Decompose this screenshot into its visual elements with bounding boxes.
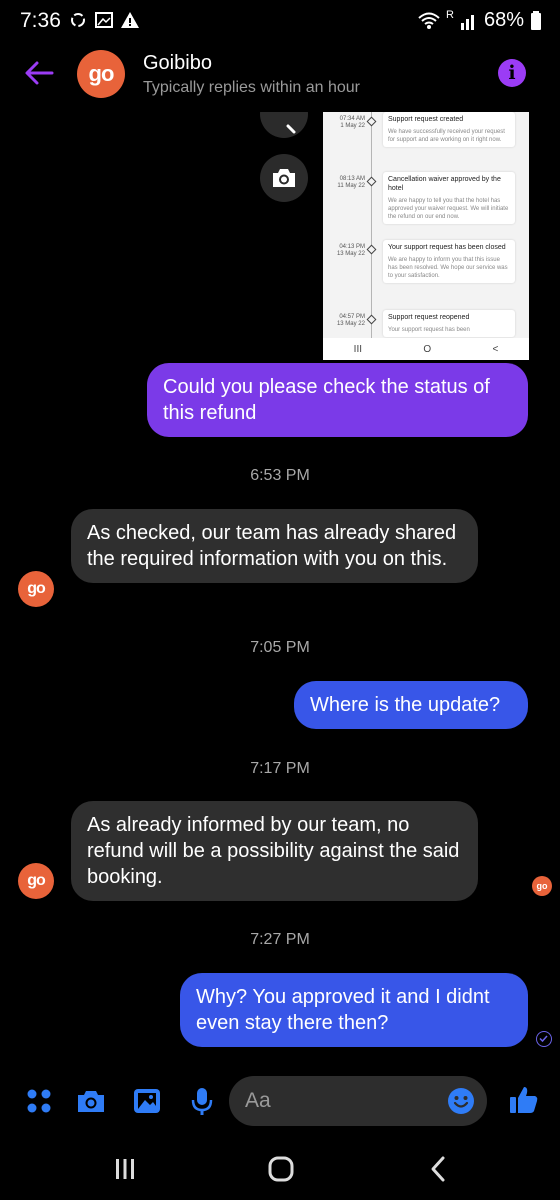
sent-check-icon — [536, 1031, 552, 1047]
outgoing-message[interactable]: Could you please check the status of thi… — [147, 363, 528, 437]
thumbs-up-icon[interactable] — [508, 1084, 540, 1116]
microphone-icon[interactable] — [187, 1086, 217, 1116]
network-label: R — [446, 8, 454, 21]
seen-indicator-avatar: go — [532, 876, 552, 896]
outgoing-message[interactable]: Why? You approved it and I didnt even st… — [180, 973, 528, 1047]
system-nav-bar — [0, 1140, 560, 1200]
sync-icon — [71, 13, 85, 27]
emoji-icon[interactable] — [447, 1087, 475, 1115]
attachment-nav-bar: III O < — [323, 338, 529, 360]
timeline-marker — [366, 176, 377, 187]
message-timestamp: 6:53 PM — [250, 467, 310, 484]
battery-icon — [531, 10, 541, 30]
timeline-line — [371, 112, 372, 338]
message-timestamp: 7:05 PM — [250, 639, 310, 656]
contact-status: Typically replies within an hour — [143, 79, 360, 96]
attachment-back-glyph: < — [492, 343, 499, 355]
contact-avatar[interactable]: go — [77, 50, 125, 98]
message-timestamp: 7:27 PM — [250, 931, 310, 948]
timeline-card: Cancellation waiver approved by the hote… — [383, 172, 515, 224]
info-icon[interactable]: i — [498, 59, 526, 87]
back-arrow-icon[interactable] — [22, 56, 56, 90]
gallery-icon[interactable] — [132, 1086, 162, 1116]
sender-avatar[interactable]: go — [18, 571, 54, 607]
message-timestamp: 7:17 PM — [250, 760, 310, 777]
wifi-icon — [418, 12, 440, 29]
timeline-marker — [366, 314, 377, 325]
share-icon — [286, 124, 296, 134]
message-composer: Aa — [0, 1072, 560, 1130]
incoming-message[interactable]: As checked, our team has already shared … — [71, 509, 478, 583]
message-input[interactable]: Aa — [229, 1076, 487, 1126]
recents-icon[interactable] — [110, 1154, 140, 1184]
screenshot-attachment[interactable]: 07:34 AM 1 May 22 Support request created… — [323, 112, 529, 338]
battery-percent: 68% — [483, 9, 524, 31]
image-notification-icon — [95, 12, 113, 28]
timeline-card: Support request created We have successf… — [383, 112, 515, 147]
outgoing-message[interactable]: Where is the update? — [294, 681, 528, 729]
camera-icon[interactable] — [76, 1086, 106, 1116]
timeline-marker — [366, 116, 377, 127]
camera-icon — [273, 169, 295, 187]
timeline-card: Support request reopened Your support re… — [383, 310, 515, 337]
signal-icon — [460, 14, 474, 30]
more-actions-icon[interactable] — [24, 1086, 54, 1116]
incoming-message[interactable]: As already informed by our team, no refu… — [71, 801, 478, 901]
attachment-recents-glyph: III — [353, 343, 363, 355]
status-bar: 7:36 R 68% — [0, 0, 560, 44]
contact-name[interactable]: Goibibo — [143, 52, 212, 75]
attachment-home-glyph: O — [423, 343, 432, 355]
timeline-card: Your support request has been closed We … — [383, 240, 515, 283]
camera-circle-button[interactable] — [260, 154, 308, 202]
timeline-marker — [366, 244, 377, 255]
home-icon[interactable] — [266, 1154, 296, 1184]
warning-icon — [121, 12, 139, 28]
message-input-placeholder: Aa — [245, 1089, 271, 1112]
back-icon[interactable] — [424, 1154, 454, 1184]
sender-avatar[interactable]: go — [18, 863, 54, 899]
chat-header: go Goibibo Typically replies within an h… — [0, 44, 560, 106]
status-time: 7:36 — [20, 9, 61, 32]
